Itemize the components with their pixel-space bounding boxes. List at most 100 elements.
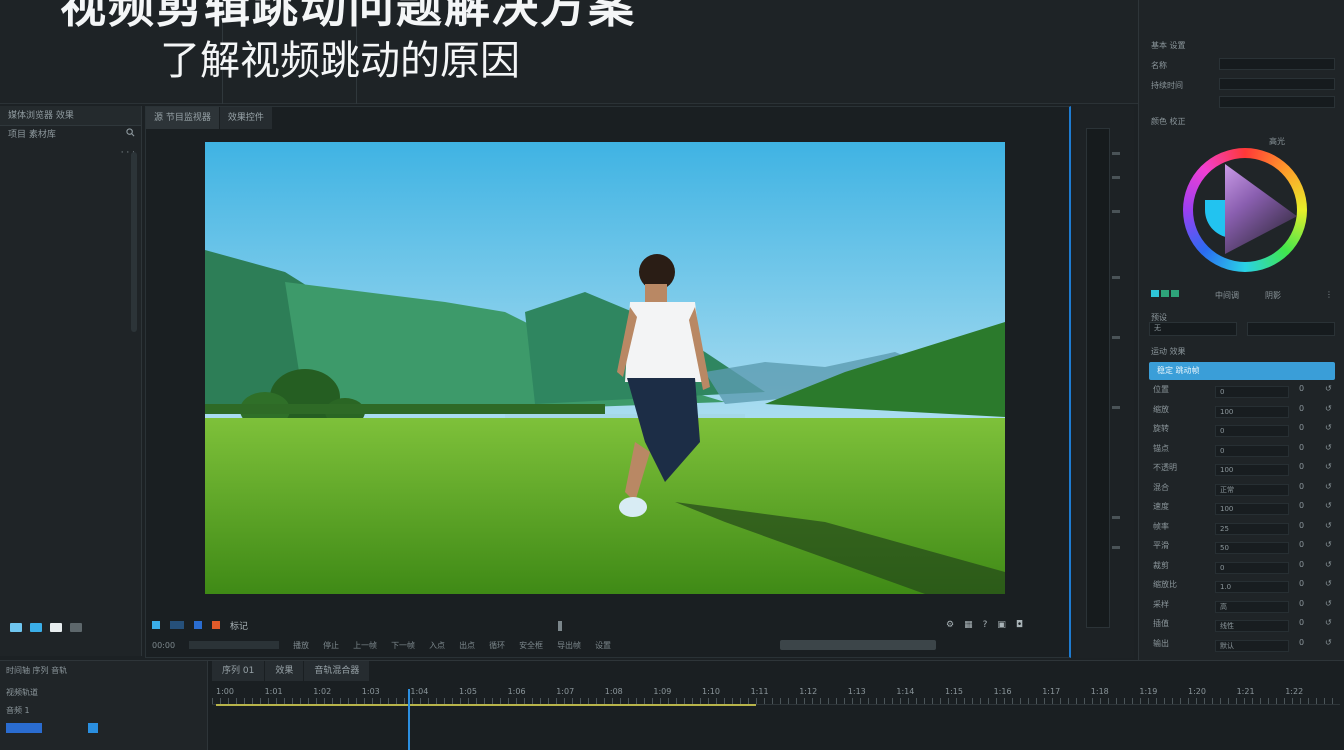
search-icon[interactable]: [126, 126, 135, 144]
swatch[interactable]: [1151, 290, 1159, 297]
tab-effects[interactable]: 效果: [265, 661, 305, 681]
wheel-options-icon[interactable]: ⋮: [1325, 290, 1333, 299]
safe-margin-icon[interactable]: [194, 621, 202, 629]
property-value-field[interactable]: 0: [1215, 425, 1289, 437]
property-value-field[interactable]: 25: [1215, 522, 1289, 535]
reset-icon[interactable]: ↺: [1325, 423, 1332, 432]
reset-icon[interactable]: ↺: [1325, 579, 1332, 588]
reset-icon[interactable]: ↺: [1325, 404, 1332, 413]
timeline-left-tab[interactable]: 时间轴 序列 音轨: [6, 665, 67, 676]
swatch[interactable]: [70, 623, 82, 632]
ruler-label: 1:17: [1042, 687, 1061, 696]
video-frame[interactable]: [205, 142, 1005, 594]
extra-field[interactable]: [1219, 96, 1335, 108]
keyframe-value: 0: [1299, 559, 1305, 569]
swatch[interactable]: [50, 623, 62, 632]
control-loop[interactable]: 循环: [489, 640, 505, 651]
reset-icon[interactable]: ↺: [1325, 384, 1332, 393]
playhead[interactable]: [408, 689, 410, 750]
export-frame-icon[interactable]: ▣: [997, 620, 1006, 630]
name-field[interactable]: [1219, 58, 1335, 70]
reset-icon[interactable]: ↺: [1325, 501, 1332, 510]
time-ruler[interactable]: 1:00 1:01 1:02 1:03 1:04 1:05 1:06 1:07 1:08 1:09…: [212, 685, 1340, 705]
ruler-label: 1:08: [604, 687, 623, 696]
control-next-frame[interactable]: 下一帧: [391, 640, 415, 651]
control-in-point[interactable]: 入点: [429, 640, 445, 651]
tab-media-browser[interactable]: 媒体浏览器 效果: [0, 106, 141, 126]
playhead-handle-icon[interactable]: [558, 621, 566, 631]
property-row[interactable]: 锚点 0 0 ↺: [1149, 443, 1337, 459]
swatch[interactable]: [1171, 290, 1179, 297]
property-value-field[interactable]: 100: [1215, 405, 1289, 418]
preset-select[interactable]: 无: [1149, 322, 1237, 336]
property-value-field[interactable]: 0: [1215, 386, 1289, 398]
tab-program-monitor[interactable]: 源 节目监视器: [146, 107, 220, 129]
property-row[interactable]: 平滑 50 0 ↺: [1149, 540, 1337, 556]
control-safe-margins[interactable]: 安全框: [519, 640, 543, 651]
property-value-field[interactable]: 0: [1215, 561, 1289, 574]
property-row[interactable]: 不透明 100 0 ↺: [1149, 462, 1337, 478]
property-row[interactable]: 旋转 0 0 ↺: [1149, 423, 1337, 439]
color-wheel[interactable]: [1183, 148, 1307, 272]
reset-icon[interactable]: ↺: [1325, 462, 1332, 471]
preset-value-field[interactable]: [1247, 322, 1335, 336]
property-value-field[interactable]: 默认: [1215, 639, 1289, 652]
property-value-field[interactable]: 100: [1215, 503, 1289, 515]
help-icon[interactable]: ?: [983, 620, 988, 630]
reset-icon[interactable]: ↺: [1325, 618, 1332, 627]
duration-field[interactable]: [1219, 78, 1335, 90]
tab-audio-mixer[interactable]: 音轨混合器: [304, 661, 371, 681]
zoom-icon[interactable]: [170, 621, 184, 629]
property-value-field[interactable]: 50: [1215, 542, 1289, 554]
zoom-slider[interactable]: [189, 641, 280, 649]
property-row[interactable]: 帧率 25 0 ↺: [1149, 521, 1337, 537]
color-wheel-triangle[interactable]: [1225, 164, 1297, 254]
swatch[interactable]: [30, 623, 42, 632]
reset-icon[interactable]: ↺: [1325, 482, 1332, 491]
control-prev-frame[interactable]: 上一帧: [353, 640, 377, 651]
swatch[interactable]: [1161, 290, 1169, 297]
property-value-field[interactable]: 100: [1215, 464, 1289, 476]
control-play[interactable]: 播放: [293, 640, 309, 651]
control-stop[interactable]: 停止: [323, 640, 339, 651]
property-row[interactable]: 插值 线性 0 ↺: [1149, 618, 1337, 634]
control-out-point[interactable]: 出点: [459, 640, 475, 651]
more-options[interactable]: · · ·: [0, 144, 141, 162]
property-row[interactable]: 裁剪 0 0 ↺: [1149, 560, 1337, 576]
track-target-toggle[interactable]: [6, 723, 42, 733]
property-row[interactable]: 缩放 100 0 ↺: [1149, 404, 1337, 420]
control-settings[interactable]: 设置: [595, 640, 611, 651]
camera-icon[interactable]: ◘: [1016, 620, 1023, 630]
scrub-bar[interactable]: [780, 640, 936, 650]
track-lock-toggle[interactable]: [88, 723, 98, 733]
settings-icon[interactable]: ⚙: [946, 620, 954, 630]
property-value-field[interactable]: 正常: [1215, 483, 1289, 496]
record-icon[interactable]: [212, 621, 220, 629]
tab-sequence[interactable]: 序列 01: [212, 661, 266, 681]
reset-icon[interactable]: ↺: [1325, 540, 1332, 549]
reset-icon[interactable]: ↺: [1325, 560, 1332, 569]
property-value-field[interactable]: 高: [1215, 600, 1289, 613]
property-value-field[interactable]: 1.0: [1215, 581, 1289, 593]
wrench-icon[interactable]: ▦: [964, 620, 973, 630]
property-row[interactable]: 位置 0 0 ↺: [1149, 384, 1337, 400]
property-value-field[interactable]: 0: [1215, 444, 1289, 457]
reset-icon[interactable]: ↺: [1325, 599, 1332, 608]
property-row[interactable]: 输出 默认 0 ↺: [1149, 638, 1337, 654]
project-row[interactable]: 项目 素材库: [0, 126, 141, 144]
reset-icon[interactable]: ↺: [1325, 443, 1332, 452]
reset-icon[interactable]: ↺: [1325, 521, 1332, 530]
reset-icon[interactable]: ↺: [1325, 638, 1332, 647]
property-row[interactable]: 缩放比 1.0 0 ↺: [1149, 579, 1337, 595]
property-row[interactable]: 混合 正常 0 ↺: [1149, 482, 1337, 498]
property-value-field[interactable]: 线性: [1215, 620, 1289, 632]
control-export-frame[interactable]: 导出帧: [557, 640, 581, 651]
property-row[interactable]: 速度 100 0 ↺: [1149, 501, 1337, 517]
property-row[interactable]: 采样 高 0 ↺: [1149, 599, 1337, 615]
swatch[interactable]: [10, 623, 22, 632]
marker-icon[interactable]: [152, 621, 160, 629]
work-area-bar[interactable]: [216, 704, 756, 706]
selected-effect-item[interactable]: 稳定 跳动帧: [1149, 362, 1335, 380]
tab-effect-controls[interactable]: 效果控件: [219, 107, 273, 129]
scrollbar[interactable]: [131, 152, 137, 332]
